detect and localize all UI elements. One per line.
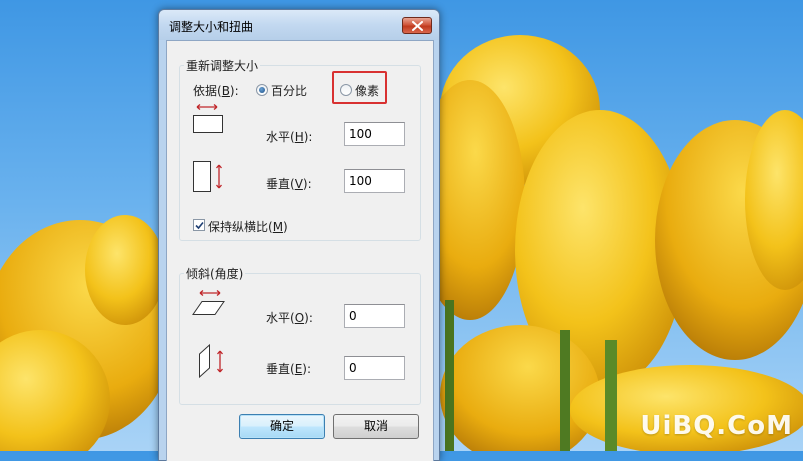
resize-vertical-input[interactable] bbox=[344, 169, 405, 193]
vertical-resize-icon bbox=[193, 161, 222, 192]
keep-aspect-ratio-checkbox[interactable] bbox=[193, 219, 205, 231]
resize-horizontal-input[interactable] bbox=[344, 122, 405, 146]
watermark-text: UiBQ.CoM bbox=[640, 411, 793, 441]
percent-radio-label[interactable]: 百分比 bbox=[271, 82, 307, 99]
vertical-skew-icon bbox=[199, 343, 223, 379]
pixels-radio-label[interactable]: 像素 bbox=[355, 82, 379, 99]
checkmark-icon bbox=[195, 221, 204, 230]
dialog-title: 调整大小和扭曲 bbox=[169, 20, 254, 34]
keep-aspect-ratio-label[interactable]: 保持纵横比(M) bbox=[208, 218, 288, 235]
resize-horizontal-label: 水平(H): bbox=[266, 130, 313, 144]
resize-group-label: 重新调整大小 bbox=[184, 57, 261, 74]
skew-vertical-input[interactable] bbox=[344, 356, 405, 380]
ok-button[interactable]: 确定 bbox=[239, 414, 325, 439]
percent-radio[interactable] bbox=[256, 84, 268, 96]
pixels-radio[interactable] bbox=[340, 84, 352, 96]
resize-vertical-label: 垂直(V): bbox=[266, 177, 312, 191]
resize-by-label: 依据(B): bbox=[193, 84, 239, 98]
skew-horizontal-label: 水平(O): bbox=[266, 311, 313, 325]
close-button[interactable] bbox=[402, 17, 432, 34]
skew-vertical-label: 垂直(E): bbox=[266, 362, 312, 376]
skew-horizontal-input[interactable] bbox=[344, 304, 405, 328]
close-icon bbox=[412, 21, 423, 31]
horizontal-resize-icon bbox=[193, 104, 223, 133]
skew-group-label: 倾斜(角度) bbox=[184, 265, 246, 282]
dialog-client-area: 重新调整大小 依据(B): 百分比 像素 水平(H): 垂直(V): bbox=[166, 40, 434, 461]
resize-skew-dialog: 调整大小和扭曲 重新调整大小 依据(B): 百分比 像素 水平(H): 100 … bbox=[158, 9, 440, 461]
horizontal-skew-icon bbox=[192, 290, 225, 315]
title-bar[interactable]: 调整大小和扭曲 bbox=[159, 10, 439, 40]
cancel-button[interactable]: 取消 bbox=[333, 414, 419, 439]
